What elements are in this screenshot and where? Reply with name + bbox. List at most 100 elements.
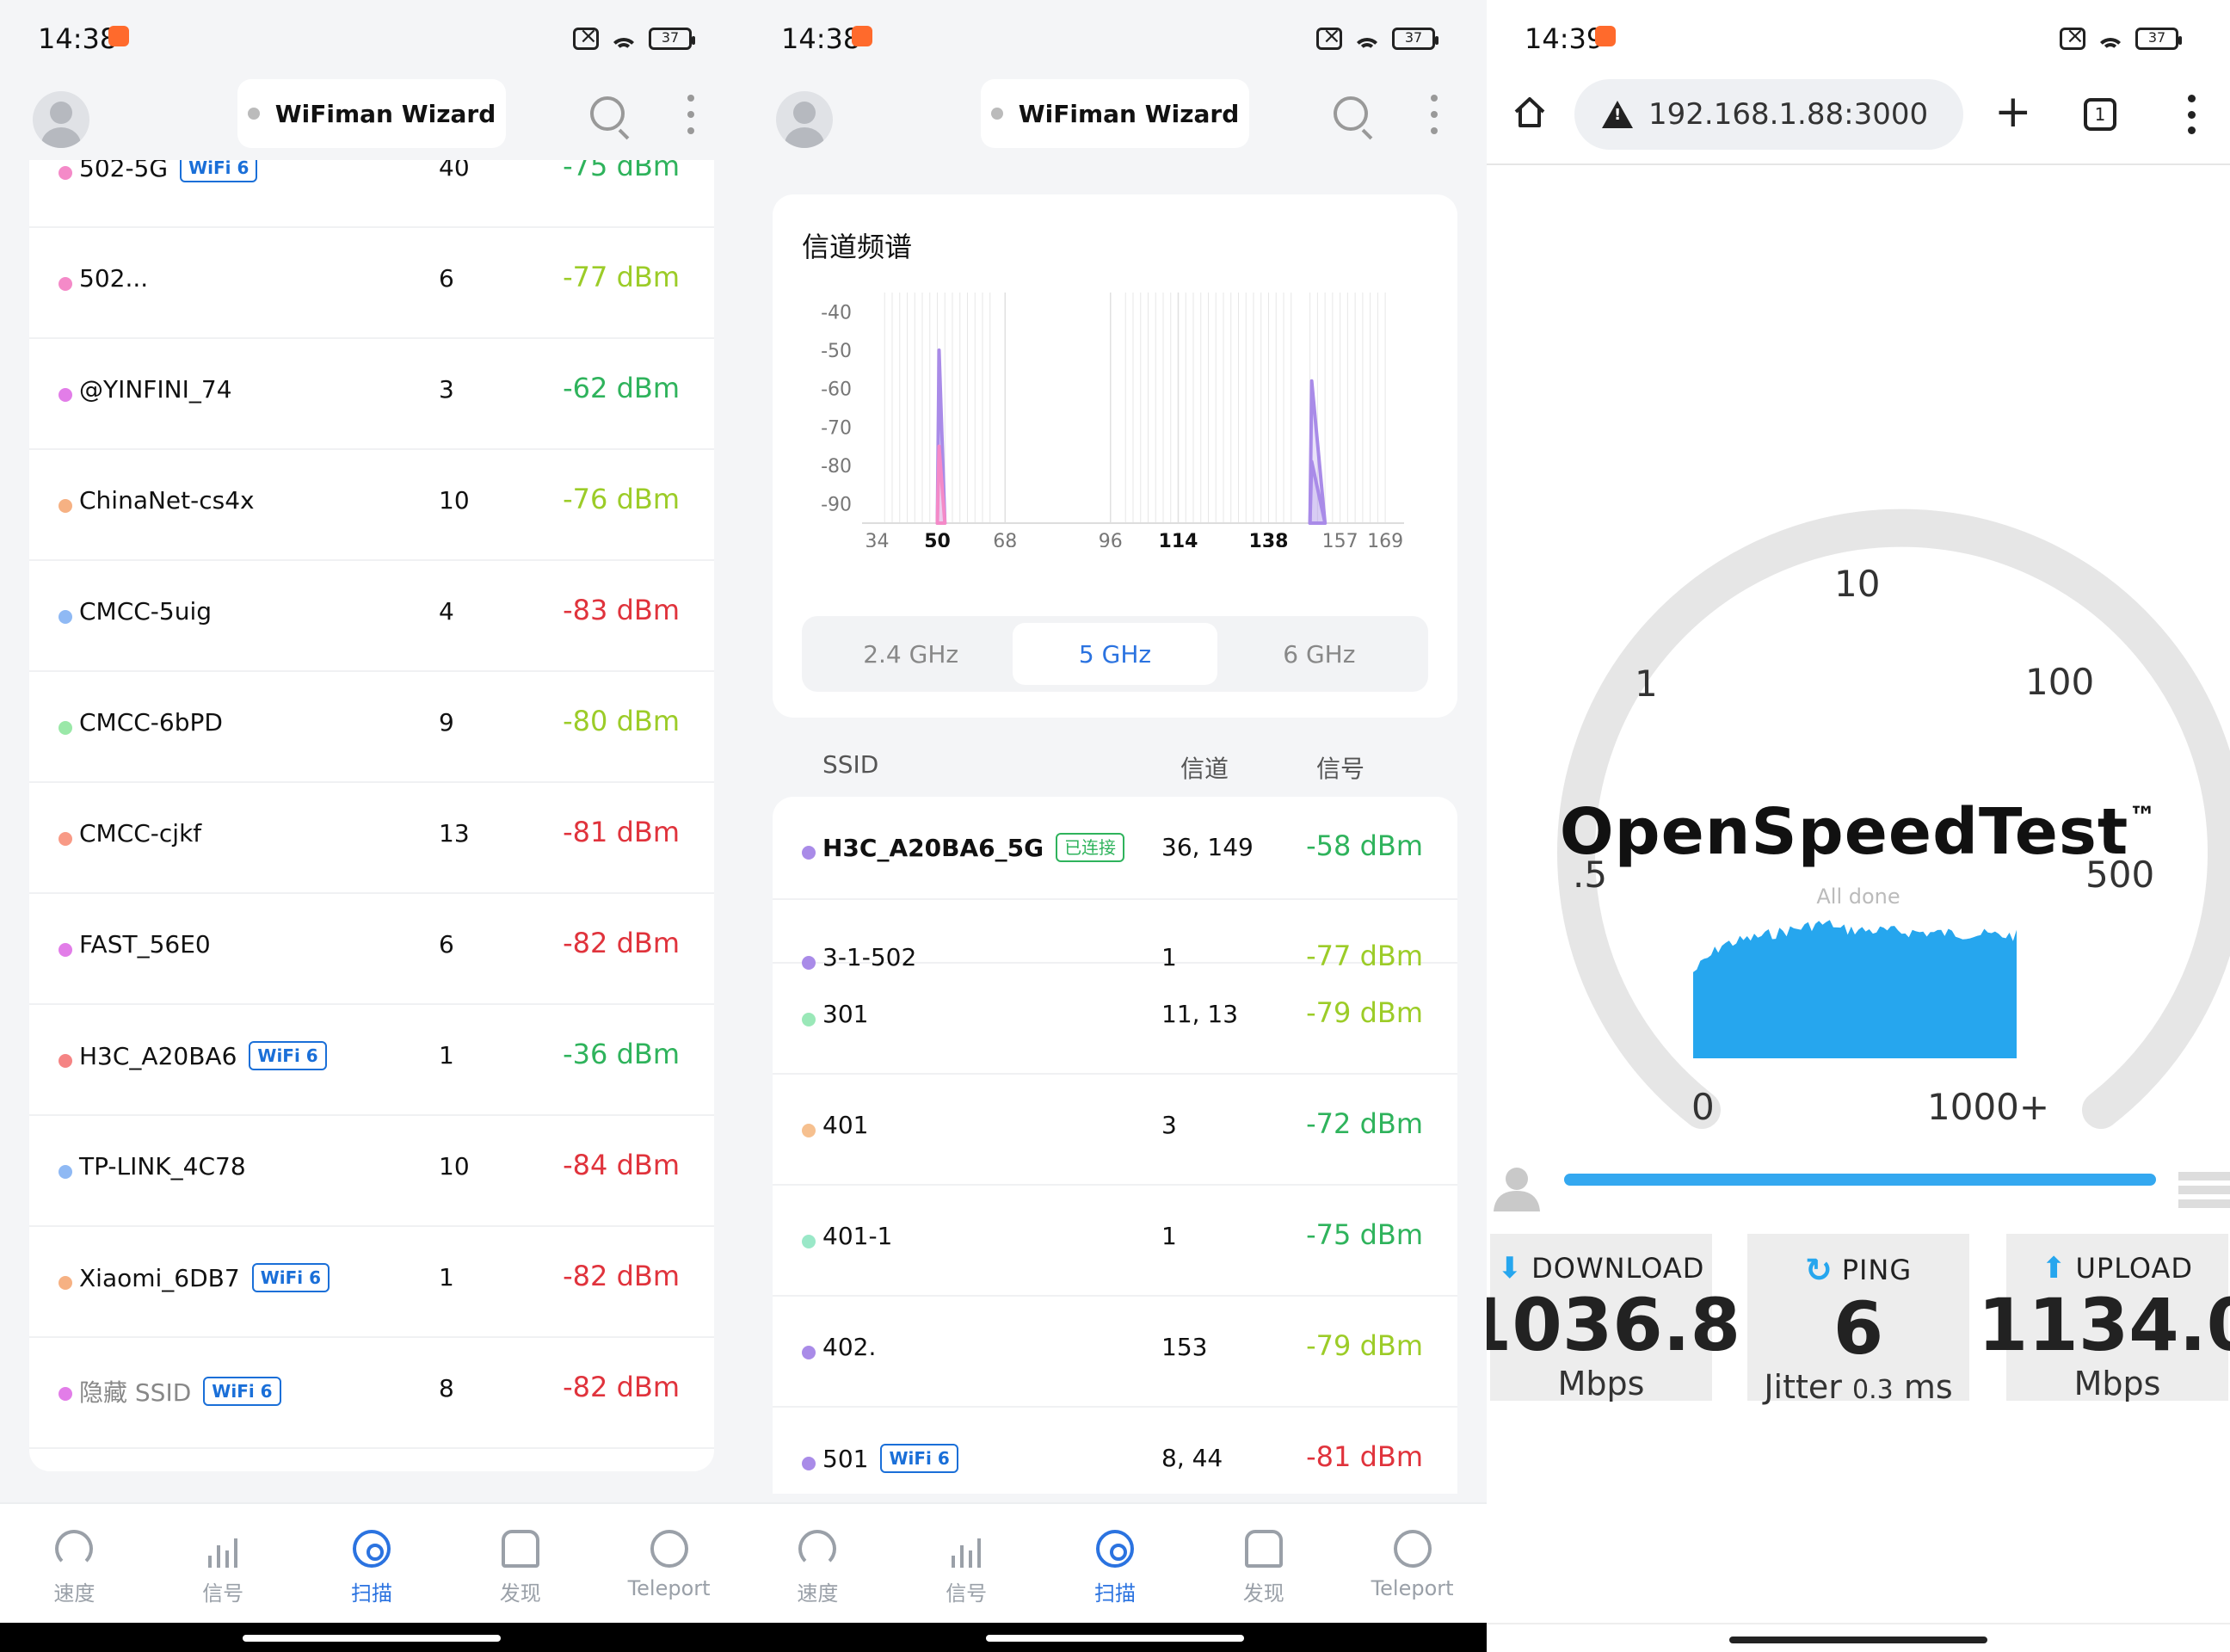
network-row[interactable]: 402. 153 -79 dBm	[773, 1297, 1457, 1408]
nav-item[interactable]: 扫描	[1055, 1504, 1175, 1623]
nav-item[interactable]: 信号	[163, 1504, 283, 1623]
network-channel: 1	[439, 1041, 454, 1069]
network-ssid: H3C_A20BA6_5G 已连接	[822, 833, 1125, 862]
browser-speedtest-panel: 14:39 37 192.168.1.88:3000 + 1 10 1 100 …	[1487, 0, 2230, 1652]
network-signal: -75 dBm	[1306, 1218, 1423, 1251]
gesture-bar	[1487, 1623, 2230, 1652]
network-ssid: Xiaomi_6DB7 WiFi 6	[79, 1263, 330, 1292]
network-row[interactable]: ChinaNet-cs4x 10 -76 dBm	[29, 450, 714, 561]
network-row[interactable]: @YINFINI_74 3 -62 dBm	[29, 339, 714, 450]
band-tab[interactable]: 2.4 GHz	[809, 623, 1013, 685]
network-row[interactable]: 3-1-502 1 -77 dBm	[773, 900, 1457, 972]
nav-label: 扫描	[350, 1581, 392, 1606]
gauge-label-10: 10	[1834, 563, 1881, 605]
more-menu-icon[interactable]	[1430, 95, 1438, 134]
y-tick-label: -90	[821, 495, 852, 516]
network-channel: 11, 13	[1161, 1000, 1239, 1028]
nav-item[interactable]: 速度	[14, 1504, 134, 1623]
app-bar: WiFiman Wizard	[0, 79, 743, 153]
network-row[interactable]: CMCC-5uig 4 -83 dBm	[29, 561, 714, 672]
network-signal: -81 dBm	[1306, 1440, 1423, 1473]
card-title: 信道频谱	[802, 231, 913, 263]
gauge-label-1000: 1000+	[1927, 1086, 2050, 1128]
test-progress-bar	[1564, 1174, 2156, 1186]
network-row[interactable]: Xiaomi_6DB7 WiFi 6 1 -82 dBm	[29, 1227, 714, 1338]
nav-item[interactable]: 发现	[1204, 1504, 1324, 1623]
network-row[interactable]: 502... 6 -77 dBm	[29, 228, 714, 339]
network-signal: -36 dBm	[563, 1038, 680, 1070]
x-tick-label: 50	[924, 531, 951, 547]
network-row[interactable]: CMCC-cjkf 13 -81 dBm	[29, 783, 714, 894]
teleport-icon	[650, 1530, 688, 1568]
nav-item[interactable]: 扫描	[311, 1504, 432, 1623]
header-signal: 信号	[1316, 755, 1365, 783]
nav-label: 发现	[1242, 1581, 1284, 1606]
nav-item[interactable]: Teleport	[1352, 1504, 1473, 1623]
avatar[interactable]	[776, 91, 833, 148]
address-bar[interactable]: 192.168.1.88:3000	[1574, 79, 1963, 150]
ssid-text: TP-LINK_4C78	[79, 1152, 246, 1180]
network-row[interactable]: 隐藏 SSID WiFi 6 8 -82 dBm	[29, 1338, 714, 1449]
avatar[interactable]	[33, 91, 89, 148]
network-row[interactable]: FAST_56E0 6 -82 dBm	[29, 894, 714, 1005]
band-tab[interactable]: 5 GHz	[1013, 623, 1217, 685]
nav-item[interactable]: 信号	[906, 1504, 1026, 1623]
network-ssid: CMCC-6bPD	[79, 708, 223, 737]
network-channel: 6	[439, 930, 454, 959]
network-row[interactable]: 301 11, 13 -79 dBm	[773, 964, 1457, 1075]
network-row[interactable]: 401 3 -72 dBm	[773, 1075, 1457, 1186]
network-row[interactable]: H3C_A20BA6 WiFi 6 1 -36 dBm	[29, 1005, 714, 1116]
warning-icon	[1602, 101, 1633, 128]
x-tick-label: 34	[866, 531, 890, 547]
sim-off-icon	[1316, 23, 1342, 50]
y-tick-label: -50	[821, 341, 852, 362]
nav-item[interactable]: 速度	[757, 1504, 878, 1623]
wizard-pill-button[interactable]: WiFiman Wizard	[981, 79, 1249, 148]
browser-menu-icon[interactable]	[2187, 95, 2196, 134]
network-row[interactable]: 401-1 1 -75 dBm	[773, 1186, 1457, 1297]
test-state-text: All done	[1816, 885, 1900, 909]
ssid-text: 401-1	[822, 1222, 893, 1250]
upload-value: 1134.0	[1977, 1283, 2230, 1367]
network-row[interactable]: 501 WiFi 6 8, 44 -81 dBm	[773, 1408, 1457, 1494]
ssid-text: FAST_56E0	[79, 930, 211, 959]
wizard-pill-button[interactable]: WiFiman Wizard	[237, 79, 506, 148]
x-tick-label: 169	[1367, 531, 1403, 547]
speed-gauge-icon	[798, 1530, 837, 1568]
signal-color-dot	[802, 1346, 816, 1359]
ssid-text: 401	[822, 1111, 869, 1139]
tab-switcher-button[interactable]: 1	[2084, 98, 2116, 131]
network-signal: -79 dBm	[1306, 1329, 1423, 1362]
network-row[interactable]: H3C_A20BA6_5G 已连接 36, 149 -58 dBm	[773, 797, 1457, 900]
signal-color-dot	[802, 846, 816, 860]
network-ssid: 401-1	[822, 1222, 892, 1250]
network-signal: -58 dBm	[1306, 829, 1423, 862]
gauge-label-100: 100	[2025, 661, 2095, 703]
nav-label: Teleport	[627, 1576, 711, 1600]
y-tick-label: -60	[821, 379, 852, 401]
x-tick-label: 114	[1159, 531, 1198, 547]
network-row[interactable]: 502-5G WiFi 6 40 -75 dBm	[29, 160, 714, 228]
discover-icon	[1244, 1530, 1283, 1568]
search-icon[interactable]	[590, 96, 625, 131]
search-icon[interactable]	[1334, 96, 1368, 131]
signal-color-dot	[59, 166, 72, 180]
signal-color-dot	[59, 1276, 72, 1290]
nav-item[interactable]: Teleport	[609, 1504, 730, 1623]
download-label: DOWNLOAD	[1531, 1252, 1705, 1285]
new-tab-icon[interactable]: +	[1994, 86, 2032, 138]
network-channel: 10	[439, 486, 470, 515]
signal-color-dot	[59, 1165, 72, 1179]
wifiman-spectrum-panel: 14:38 37 WiFiman Wizard 信道频谱 -40 -50 -60 -7…	[743, 0, 1487, 1652]
home-icon[interactable]	[1512, 95, 1547, 129]
wifi6-badge: WiFi 6	[203, 1377, 281, 1406]
network-row[interactable]: CMCC-6bPD 9 -80 dBm	[29, 672, 714, 783]
band-tab[interactable]: 6 GHz	[1217, 623, 1421, 685]
network-signal: -81 dBm	[563, 816, 680, 848]
network-channel: 153	[1161, 1333, 1208, 1361]
refresh-icon: ↻	[1804, 1251, 1833, 1289]
network-row[interactable]: TP-LINK_4C78 10 -84 dBm	[29, 1116, 714, 1227]
network-signal: -80 dBm	[563, 705, 680, 737]
more-menu-icon[interactable]	[687, 95, 695, 134]
nav-item[interactable]: 发现	[460, 1504, 581, 1623]
